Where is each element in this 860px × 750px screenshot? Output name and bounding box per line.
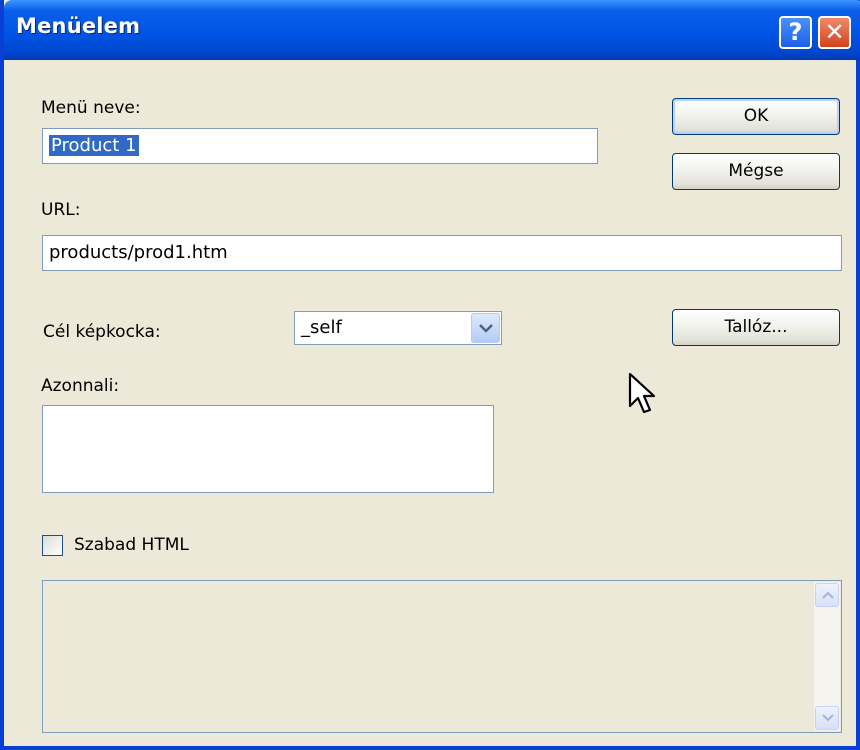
- cancel-button[interactable]: Mégse: [672, 153, 840, 190]
- ok-button[interactable]: OK: [672, 98, 840, 135]
- scroll-down-button[interactable]: [815, 706, 839, 730]
- ok-button-label: OK: [743, 106, 769, 126]
- dropdown-button[interactable]: [471, 313, 500, 343]
- free-html-label[interactable]: Szabad HTML: [74, 535, 189, 555]
- help-button[interactable]: ?: [779, 16, 812, 49]
- url-value: products/prod1.htm: [49, 242, 228, 263]
- target-frame-value: _self: [301, 317, 342, 338]
- chevron-down-icon: [479, 324, 493, 333]
- scroll-down-arrow-icon: [822, 714, 834, 722]
- scroll-up-button[interactable]: [815, 583, 839, 607]
- dialog-window: Menüelem ? ✕ Menü neve: Product 1 OK Még…: [0, 0, 860, 750]
- menu-name-label: Menü neve:: [41, 98, 141, 118]
- scroll-up-arrow-icon: [822, 591, 834, 599]
- mouse-pointer-icon: [628, 372, 656, 414]
- free-html-textarea[interactable]: [42, 580, 842, 733]
- window-title: Menüelem: [16, 14, 141, 38]
- browse-button[interactable]: Tallóz...: [672, 309, 840, 346]
- menu-name-input[interactable]: Product 1: [42, 128, 598, 164]
- vertical-scrollbar[interactable]: [814, 582, 840, 731]
- url-input[interactable]: products/prod1.htm: [42, 235, 842, 271]
- help-icon: ?: [788, 18, 803, 46]
- target-frame-select[interactable]: _self: [294, 311, 502, 345]
- close-icon: ✕: [824, 18, 845, 46]
- instant-label: Azonnali:: [41, 376, 120, 396]
- free-html-checkbox[interactable]: [42, 535, 63, 556]
- close-button[interactable]: ✕: [818, 16, 851, 49]
- cancel-button-label: Mégse: [728, 161, 784, 181]
- browse-button-label: Tallóz...: [724, 317, 788, 337]
- instant-textarea[interactable]: [42, 405, 494, 493]
- menu-name-value: Product 1: [49, 135, 139, 156]
- target-frame-label: Cél képkocka:: [43, 322, 161, 342]
- title-bar[interactable]: Menüelem ? ✕: [4, 0, 860, 60]
- url-label: URL:: [41, 200, 81, 220]
